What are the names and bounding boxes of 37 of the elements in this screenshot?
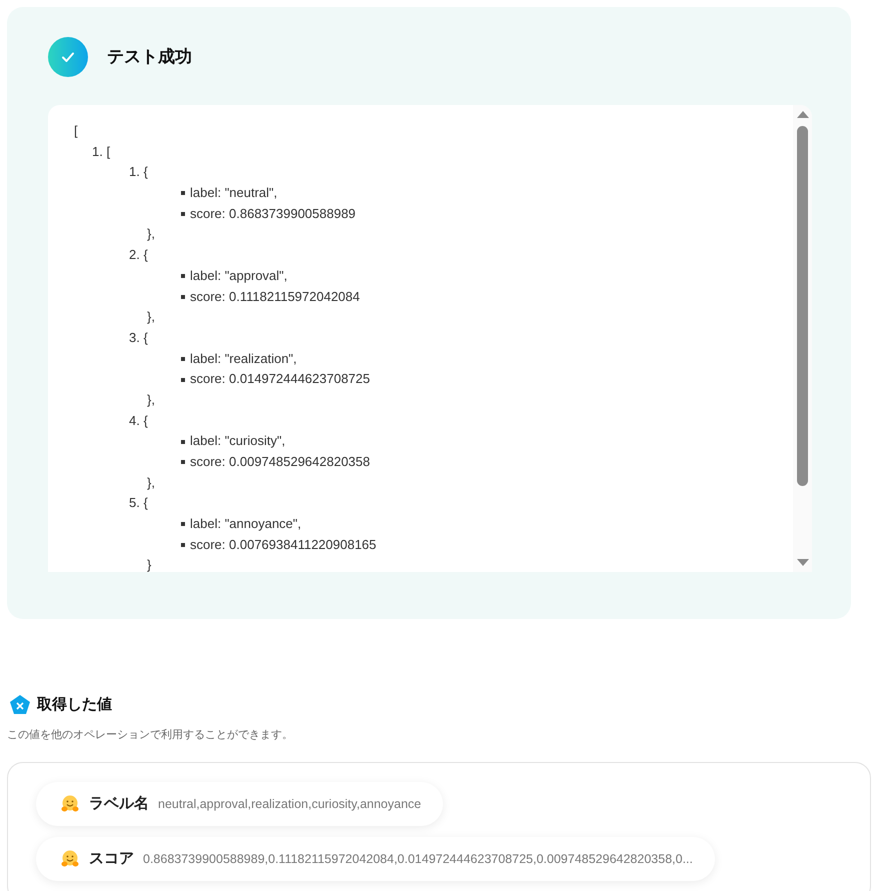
value-name: スコア [89, 848, 134, 869]
code-line: 2. { [128, 246, 148, 264]
code-line: score: 0.0076938411220908165 [190, 536, 376, 554]
code-line: }, [146, 308, 155, 326]
code-line: }, [146, 225, 155, 244]
code-line: [ [74, 122, 78, 140]
code-line: score: 0.014972444623708725 [190, 370, 370, 388]
code-line: label: "annoyance", [190, 515, 302, 534]
variable-icon [9, 694, 31, 716]
code-line: }, [146, 390, 155, 409]
code-line: label: "curiosity", [190, 432, 286, 450]
value-text: 0.8683739900588989,0.11182115972042084,0.014972444623708725,0.009748529642820358,0... [143, 850, 693, 868]
result-title: テスト成功 [107, 46, 192, 68]
scroll-down-arrow-icon [796, 559, 808, 566]
scrollbar-thumb[interactable] [797, 126, 808, 486]
code-line: score: 0.8683739900588989 [190, 204, 356, 223]
smiling-face-icon [60, 794, 80, 814]
value-name: ラベル名 [89, 794, 149, 814]
code-line: }, [146, 474, 155, 492]
value-text: neutral,approval,realization,curiosity,annoyance [158, 796, 422, 813]
code-line: 4. { [128, 412, 148, 430]
scroll-up-arrow-icon [796, 111, 808, 118]
code-line: label: "approval", [190, 266, 288, 285]
code-line: } [146, 556, 152, 572]
code-line: label: "realization", [190, 350, 297, 368]
value-pill[interactable]: ラベル名 neutral,approval,realization,curiosity,annoyance [36, 782, 444, 826]
code-line: 1. [ [91, 142, 110, 161]
code-line: 3. { [128, 328, 148, 347]
section-title: 取得した値 [37, 695, 112, 715]
code-line: score: 0.11182115972042084 [190, 288, 360, 306]
smiling-face-icon [60, 849, 80, 869]
value-pill[interactable]: スコア 0.8683739900588989,0.11182115972042084,0.014972444623708725,0.009748529642820358,0... [36, 837, 715, 881]
code-line: 5. { [128, 494, 148, 512]
section-description: この値を他のオペレーションで利用することができます。 [7, 728, 293, 743]
code-line: label: "neutral", [190, 184, 278, 202]
code-line: 1. { [128, 163, 148, 182]
code-line: score: 0.009748529642820358 [190, 453, 370, 471]
